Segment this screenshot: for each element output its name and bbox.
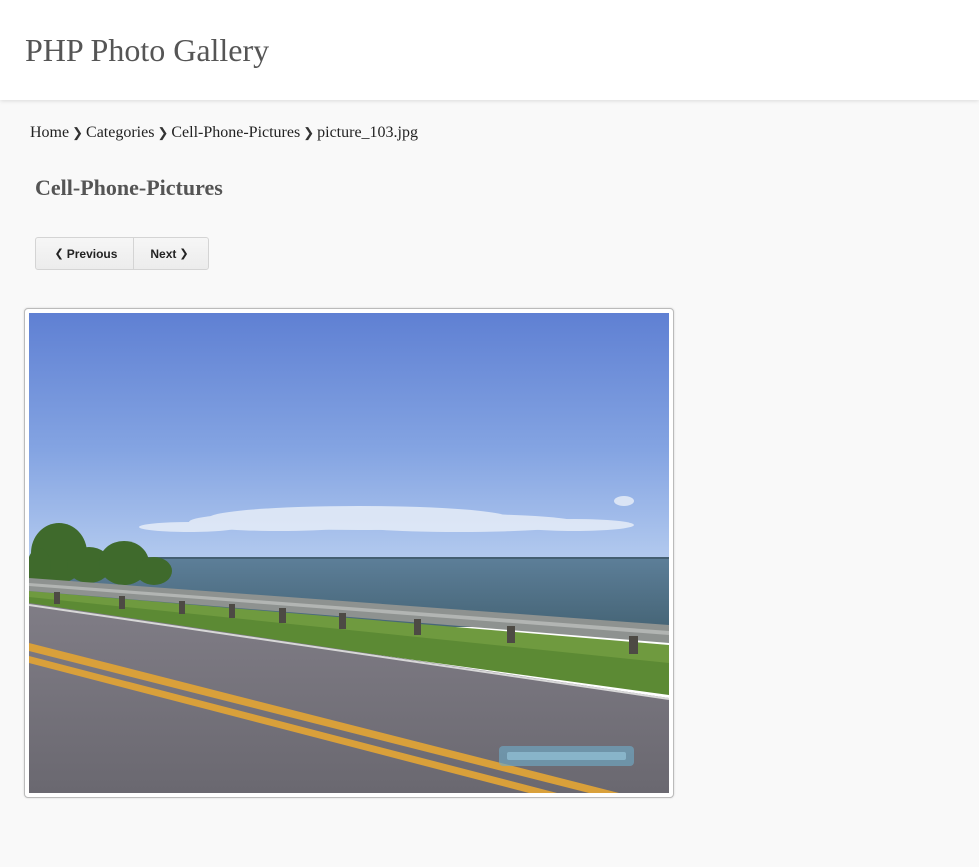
breadcrumb-categories[interactable]: Categories — [86, 124, 154, 141]
photo-frame — [24, 308, 674, 798]
site-header: PHP Photo Gallery — [0, 0, 979, 100]
breadcrumb-home[interactable]: Home — [30, 124, 69, 141]
previous-label: Previous — [66, 246, 118, 261]
chevron-right-icon: ❯ — [179, 248, 189, 260]
site-title[interactable]: PHP Photo Gallery — [25, 30, 269, 70]
next-button[interactable]: Next ❯ — [134, 238, 208, 269]
breadcrumb-separator-icon: ❯ — [303, 125, 315, 140]
gallery-photo[interactable] — [29, 313, 669, 793]
breadcrumb-separator-icon: ❯ — [72, 125, 84, 140]
breadcrumb-separator-icon: ❯ — [157, 125, 169, 140]
chevron-left-icon: ❮ — [54, 248, 64, 260]
pager: ❮ Previous Next ❯ — [35, 237, 209, 270]
breadcrumb: Home ❯ Categories ❯ Cell-Phone-Pictures ❯ pict… — [30, 122, 418, 144]
breadcrumb-category[interactable]: Cell-Phone-Pictures — [171, 124, 300, 141]
breadcrumb-current: picture_103.jpg — [317, 124, 418, 141]
next-label: Next — [150, 246, 177, 261]
page-title: Cell-Phone-Pictures — [35, 175, 223, 200]
previous-button[interactable]: ❮ Previous — [36, 238, 134, 269]
